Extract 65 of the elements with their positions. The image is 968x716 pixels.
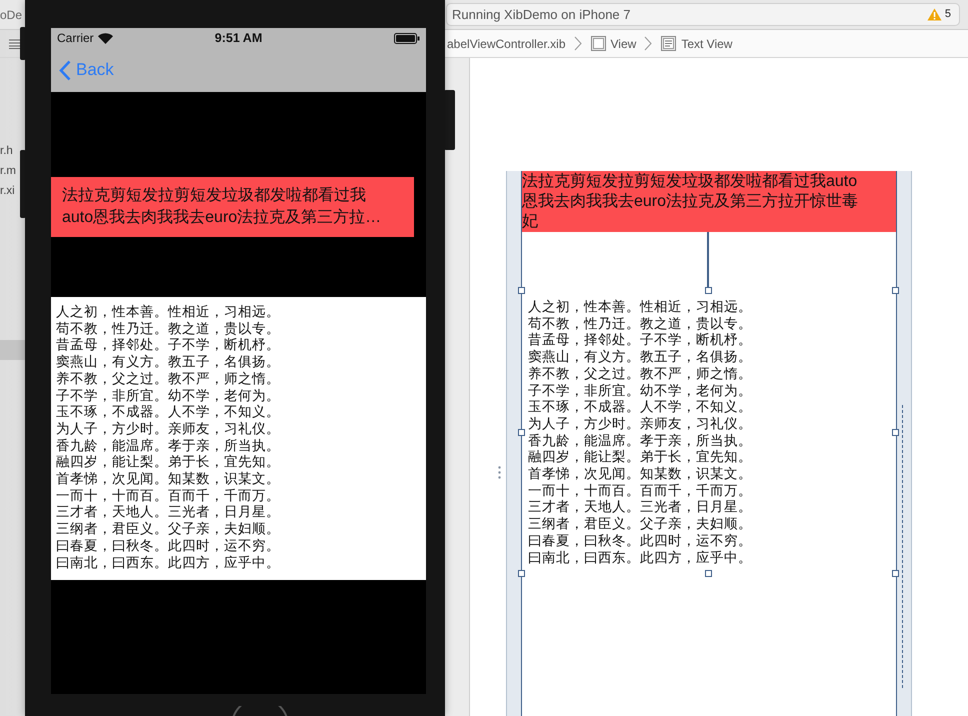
- text-line: 昔孟母，择邻处。子不学，断机杼。: [528, 332, 752, 350]
- text-line: 子不学，非所宜。幼不学，老何为。: [56, 388, 280, 404]
- text-line: 苟不教，性乃迁。教之道，贵以专。: [56, 320, 280, 338]
- text-line: 玉不琢，不成器。人不学，不知义。: [56, 404, 280, 421]
- text-line: 养不教，父之过。教不严，师之惰。: [56, 370, 280, 388]
- resize-handle[interactable]: [518, 428, 525, 436]
- wifi-icon: [98, 32, 113, 44]
- chevron-icon: [59, 60, 71, 80]
- text-line: 香九龄，能温席。孝于亲，所当执。: [528, 432, 752, 450]
- text-line: 一而十，十而百。百而千，千而万。: [528, 482, 752, 500]
- resize-handle[interactable]: [892, 428, 899, 436]
- text-line: 三才者，天地人。三光者，日月星。: [56, 504, 280, 522]
- breadcrumb-item[interactable]: View: [610, 34, 636, 52]
- label-view[interactable]: 法拉克剪短发拉剪短发垃圾都发啦都看过我auto 恩我去肉我我去euro法拉克及第三方拉开惊世毒 妃: [522, 171, 896, 232]
- activity-field: Running XibDemo on iPhone 7 5: [446, 3, 960, 26]
- breadcrumb-item[interactable]: Text View: [681, 34, 732, 52]
- list-icon[interactable]: [9, 38, 21, 48]
- battery-icon: [394, 32, 420, 44]
- breadcrumb-item[interactable]: abelViewController.xib: [447, 34, 566, 52]
- text-line: 人之初，性本善。性相近，习相远。: [56, 304, 280, 321]
- resize-handle[interactable]: [518, 287, 525, 294]
- text-line: 一而十，十而百。百而千，千而万。: [56, 488, 280, 504]
- label-line: 法拉克剪短发拉剪短发垃圾都发啦都看过我: [62, 186, 366, 206]
- project-name: oDe: [0, 8, 22, 22]
- resize-handle[interactable]: [705, 287, 712, 294]
- text-line: 为人子，方少时。亲师友，习礼仪。: [56, 420, 280, 438]
- text-line: 窦燕山，有义方。教五子，名俱扬。: [528, 349, 752, 366]
- text-line: 养不教，父之过。教不严，师之惰。: [528, 366, 752, 383]
- text-line: 融四岁，能让梨。弟于长，宜先知。: [56, 454, 280, 472]
- text-line: 窦燕山，有义方。教五子，名俱扬。: [56, 354, 280, 371]
- text-line: 融四岁，能让梨。弟于长，宜先知。: [528, 449, 752, 466]
- view-icon: [590, 36, 606, 51]
- resize-handle[interactable]: [892, 570, 899, 577]
- resize-handle[interactable]: [892, 287, 899, 294]
- text-line: 首孝悌，次见闻。知某数，识某文。: [56, 471, 280, 488]
- resize-handle[interactable]: [518, 570, 525, 577]
- text-line: 苟不教，性乃迁。教之道，贵以专。: [528, 316, 752, 332]
- resize-handle[interactable]: [705, 570, 712, 577]
- label-line: auto恩我去肉我我去euro法拉克及第三方拉…: [62, 208, 382, 228]
- text-line: 三纲者，君臣义。父子亲，夫妇顺。: [56, 521, 280, 538]
- label-line: 妃: [522, 212, 538, 232]
- label-line: 恩我去肉我我去euro法拉克及第三方拉开惊世毒: [522, 192, 858, 212]
- text-line: 曰春夏，曰秋冬。此四时，运不穷。: [56, 538, 280, 555]
- file-name[interactable]: r.m: [0, 162, 16, 180]
- text-line: 曰春夏，曰秋冬。此四时，运不穷。: [528, 532, 752, 550]
- text-view[interactable]: [51, 297, 426, 580]
- text-view-icon: [661, 36, 676, 51]
- text-line: 人之初，性本善。性相近，习相远。: [528, 299, 752, 316]
- warning-count[interactable]: 5: [944, 6, 951, 23]
- text-line: 三纲者，君臣义。父子亲，夫妇顺。: [528, 516, 752, 533]
- text-line: 为人子，方少时。亲师友，习礼仪。: [528, 416, 752, 433]
- file-name[interactable]: r.h: [0, 142, 13, 160]
- status-time: 9:51 AM: [214, 30, 262, 47]
- text-line: 曰南北，曰西东。此四方，应乎中。: [56, 554, 280, 572]
- text-line: 子不学，非所宜。幼不学，老何为。: [528, 382, 752, 400]
- text-line: 昔孟母，择邻处。子不学，断机杼。: [56, 337, 280, 354]
- label-line: 法拉克剪短发拉剪短发垃圾都发啦都看过我auto: [522, 172, 858, 192]
- file-name[interactable]: r.xi: [0, 182, 15, 200]
- text-line: 曰南北，曰西东。此四方，应乎中。: [528, 550, 752, 566]
- text-line: 首孝悌，次见闻。知某数，识某文。: [528, 466, 752, 483]
- text-line: 香九龄，能温席。孝于亲，所当执。: [56, 438, 280, 454]
- grip-icon[interactable]: [498, 466, 501, 479]
- text-line: 三才者，天地人。三光者，日月星。: [528, 499, 752, 516]
- carrier-label: Carrier: [57, 30, 94, 47]
- text-line: 玉不琢，不成器。人不学，不知义。: [528, 399, 752, 416]
